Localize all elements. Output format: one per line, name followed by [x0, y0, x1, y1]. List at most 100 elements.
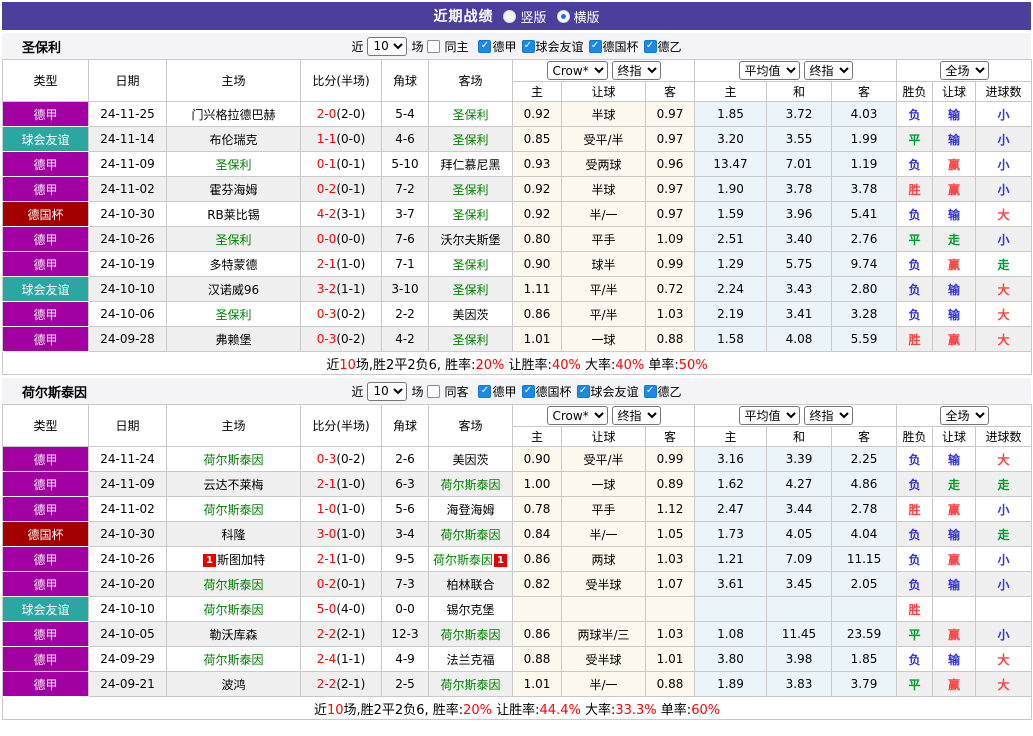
league-checkbox[interactable]: ✓ [588, 39, 602, 53]
result-goals: 小 [975, 226, 1033, 252]
avg-home: 2.19 [694, 301, 768, 327]
match-date: 24-11-25 [88, 101, 167, 127]
result-goals: 走 [975, 471, 1033, 497]
final-average-select[interactable]: 终指 [803, 406, 853, 425]
league-checkbox[interactable]: ✓ [478, 384, 492, 398]
avg-away: 2.76 [831, 226, 898, 252]
result-handicap: 走 [932, 471, 977, 497]
league-checkbox[interactable]: ✓ [576, 384, 590, 398]
fulltime-score: 3-2 [316, 282, 337, 296]
avg-home: 1.58 [694, 326, 768, 352]
match-date: 24-09-21 [88, 671, 167, 697]
match-score: 3-0(1-0) [300, 521, 382, 547]
team-link: 圣保利 [452, 282, 489, 297]
odds-group-header: Crow* 终指 [511, 404, 696, 427]
home-odds: 0.88 [512, 646, 562, 672]
scope-select[interactable]: 全场 [939, 406, 989, 425]
away-odds: 0.99 [644, 446, 696, 472]
subheader-avg-home: 主 [694, 81, 768, 102]
scope-select[interactable]: 全场 [939, 61, 989, 80]
avg-home: 1.62 [694, 471, 768, 497]
handicap-line: 一球 [561, 471, 646, 497]
away-team: 圣保利 [428, 251, 513, 277]
avg-home: 1.89 [694, 671, 768, 697]
topbar: 近期战绩 竖版 横版 [2, 2, 1031, 30]
summary-stat-label: 让胜率: [504, 357, 552, 373]
summary-stat-label: 近 [326, 357, 340, 373]
corner-score: 7-3 [381, 571, 429, 597]
vertical-layout-radio[interactable] [503, 9, 517, 23]
horizontal-layout-radio[interactable] [556, 9, 570, 23]
avg-home: 1.85 [694, 101, 768, 127]
corner-score: 5-6 [381, 496, 429, 522]
league-checkbox[interactable]: ✓ [643, 384, 657, 398]
home-team: 布伦瑞克 [166, 126, 301, 152]
bookmaker-select[interactable]: Crow* [546, 406, 608, 425]
away-odds: 1.03 [644, 301, 696, 327]
same-venue-checkbox[interactable] [427, 384, 441, 398]
fulltime-score: 3-0 [316, 527, 337, 541]
team-link: 科隆 [221, 527, 246, 542]
games-count-select[interactable]: 10 [367, 381, 408, 401]
match-score: 1-1(0-0) [300, 126, 382, 152]
league-badge: 德国杯 [2, 201, 89, 227]
average-select[interactable]: 平均值 [738, 406, 800, 425]
team-link: 荷尔斯泰因 [203, 452, 264, 467]
average-select[interactable]: 平均值 [738, 61, 800, 80]
handicap-line: 受半球 [561, 571, 646, 597]
team-header-bar: 荷尔斯泰因 近 10 场 同客 ✓ 德甲 ✓ 德国杯 ✓ 球会友谊 ✓ 德乙 [2, 378, 1031, 404]
summary-stat-value: 44.4% [539, 702, 581, 718]
team-link: 多特蒙德 [209, 257, 258, 272]
final-odds-select[interactable]: 终指 [611, 406, 661, 425]
team-link: 柏林联合 [446, 577, 495, 592]
home-odds: 1.11 [512, 276, 562, 302]
match-row: 德甲 24-11-09 圣保利 0-1(0-1) 5-10 拜仁慕尼黑 0.93 受两球 0.9… [2, 151, 1033, 177]
handicap-line: 平/半 [561, 301, 646, 327]
league-filter-item: ✓ 德国杯 [521, 383, 572, 400]
home-odds: 0.90 [512, 251, 562, 277]
result-outcome: 胜 [896, 596, 934, 622]
scope-group-header: 全场 [896, 59, 1033, 82]
result-handicap: 输 [932, 646, 977, 672]
halftime-score: (0-1) [336, 577, 366, 591]
team-link: 波鸿 [221, 677, 246, 692]
avg-draw: 3.43 [766, 276, 833, 302]
away-odds: 0.99 [644, 251, 696, 277]
fulltime-score: 0-2 [316, 182, 337, 196]
fulltime-score: 0-0 [316, 232, 337, 246]
halftime-score: (4-0) [336, 602, 366, 616]
league-checkbox[interactable]: ✓ [521, 384, 535, 398]
league-badge: 球会友谊 [2, 276, 89, 302]
match-row: 球会友谊 24-10-10 荷尔斯泰因 5-0(4-0) 0-0 锡尔克堡胜 [2, 596, 1033, 622]
away-team: 美因茨 [428, 446, 513, 472]
fulltime-score: 2-0 [316, 107, 337, 121]
bookmaker-select[interactable]: Crow* [546, 61, 608, 80]
league-checkbox[interactable]: ✓ [643, 39, 657, 53]
result-handicap [932, 596, 977, 622]
league-checkbox[interactable]: ✓ [521, 39, 535, 53]
avg-draw: 4.05 [766, 521, 833, 547]
team-section-holstein: 荷尔斯泰因 近 10 场 同客 ✓ 德甲 ✓ 德国杯 ✓ 球会友谊 ✓ 德乙 类型 日期 [1, 378, 1033, 720]
fulltime-score: 1-0 [316, 502, 337, 516]
final-odds-select[interactable]: 终指 [611, 61, 661, 80]
result-outcome: 负 [896, 471, 934, 497]
league-badge: 德甲 [2, 326, 89, 352]
corner-score: 7-2 [381, 176, 429, 202]
summary-stat-value: 33.3% [615, 702, 657, 718]
header-home: 主场 [166, 404, 301, 447]
away-team: 圣保利 [428, 176, 513, 202]
away-odds: 1.03 [644, 546, 696, 572]
scope-group-header: 全场 [896, 404, 1033, 427]
league-badge: 德甲 [2, 251, 89, 277]
handicap-line: 球半 [561, 251, 646, 277]
vertical-layout-label: 竖版 [520, 10, 547, 26]
league-checkbox[interactable]: ✓ [478, 39, 492, 53]
league-badge: 德甲 [2, 301, 89, 327]
same-venue-checkbox[interactable] [427, 39, 441, 53]
summary-row: 近10场,胜2平2负6, 胜率:20% 让胜率:40% 大率:40% 单率:50… [1, 351, 1033, 375]
result-outcome: 负 [896, 101, 934, 127]
avg-draw: 3.55 [766, 126, 833, 152]
match-date: 24-11-09 [88, 471, 167, 497]
final-average-select[interactable]: 终指 [803, 61, 853, 80]
games-count-select[interactable]: 10 [367, 36, 408, 56]
